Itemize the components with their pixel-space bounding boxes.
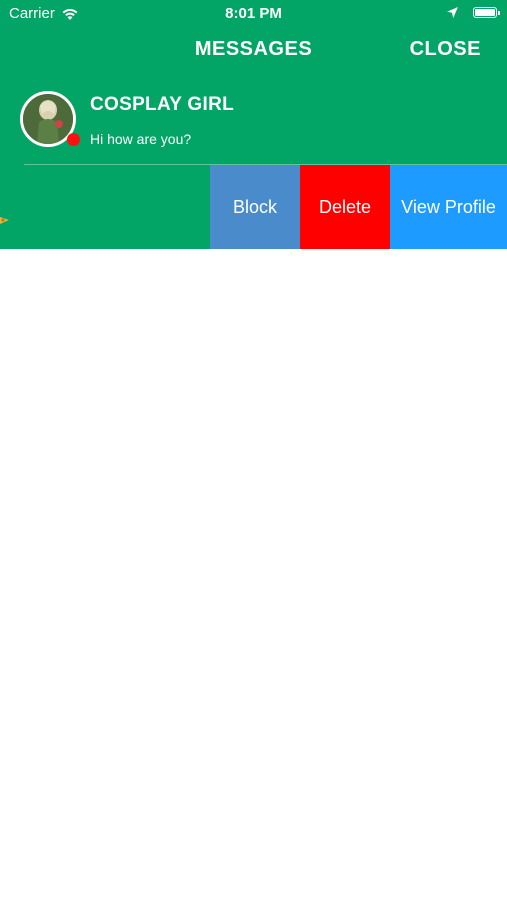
view-profile-button[interactable]: View Profile bbox=[390, 165, 507, 249]
avatar-image bbox=[23, 94, 73, 144]
location-icon bbox=[447, 7, 458, 18]
messages-screen: Carrier 8:01 PM MESSAGES CLOSE COSPLAY G… bbox=[0, 0, 507, 900]
close-button[interactable]: CLOSE bbox=[410, 38, 481, 61]
swiped-conversation-row[interactable]: Block Delete View Profile bbox=[0, 165, 507, 249]
conversation-row[interactable]: COSPLAY GIRL Hi how are you? bbox=[0, 80, 507, 164]
battery-icon bbox=[473, 7, 500, 18]
delete-button[interactable]: Delete bbox=[300, 165, 390, 249]
emoji-icon bbox=[0, 217, 9, 224]
status-indicators bbox=[446, 6, 500, 19]
contact-name: COSPLAY GIRL bbox=[90, 94, 235, 115]
clock: 8:01 PM bbox=[225, 5, 282, 22]
status-bar: Carrier 8:01 PM bbox=[0, 0, 507, 28]
block-button[interactable]: Block bbox=[210, 165, 300, 249]
online-status-dot bbox=[67, 133, 80, 146]
last-message-preview: Hi how are you? bbox=[90, 131, 192, 147]
